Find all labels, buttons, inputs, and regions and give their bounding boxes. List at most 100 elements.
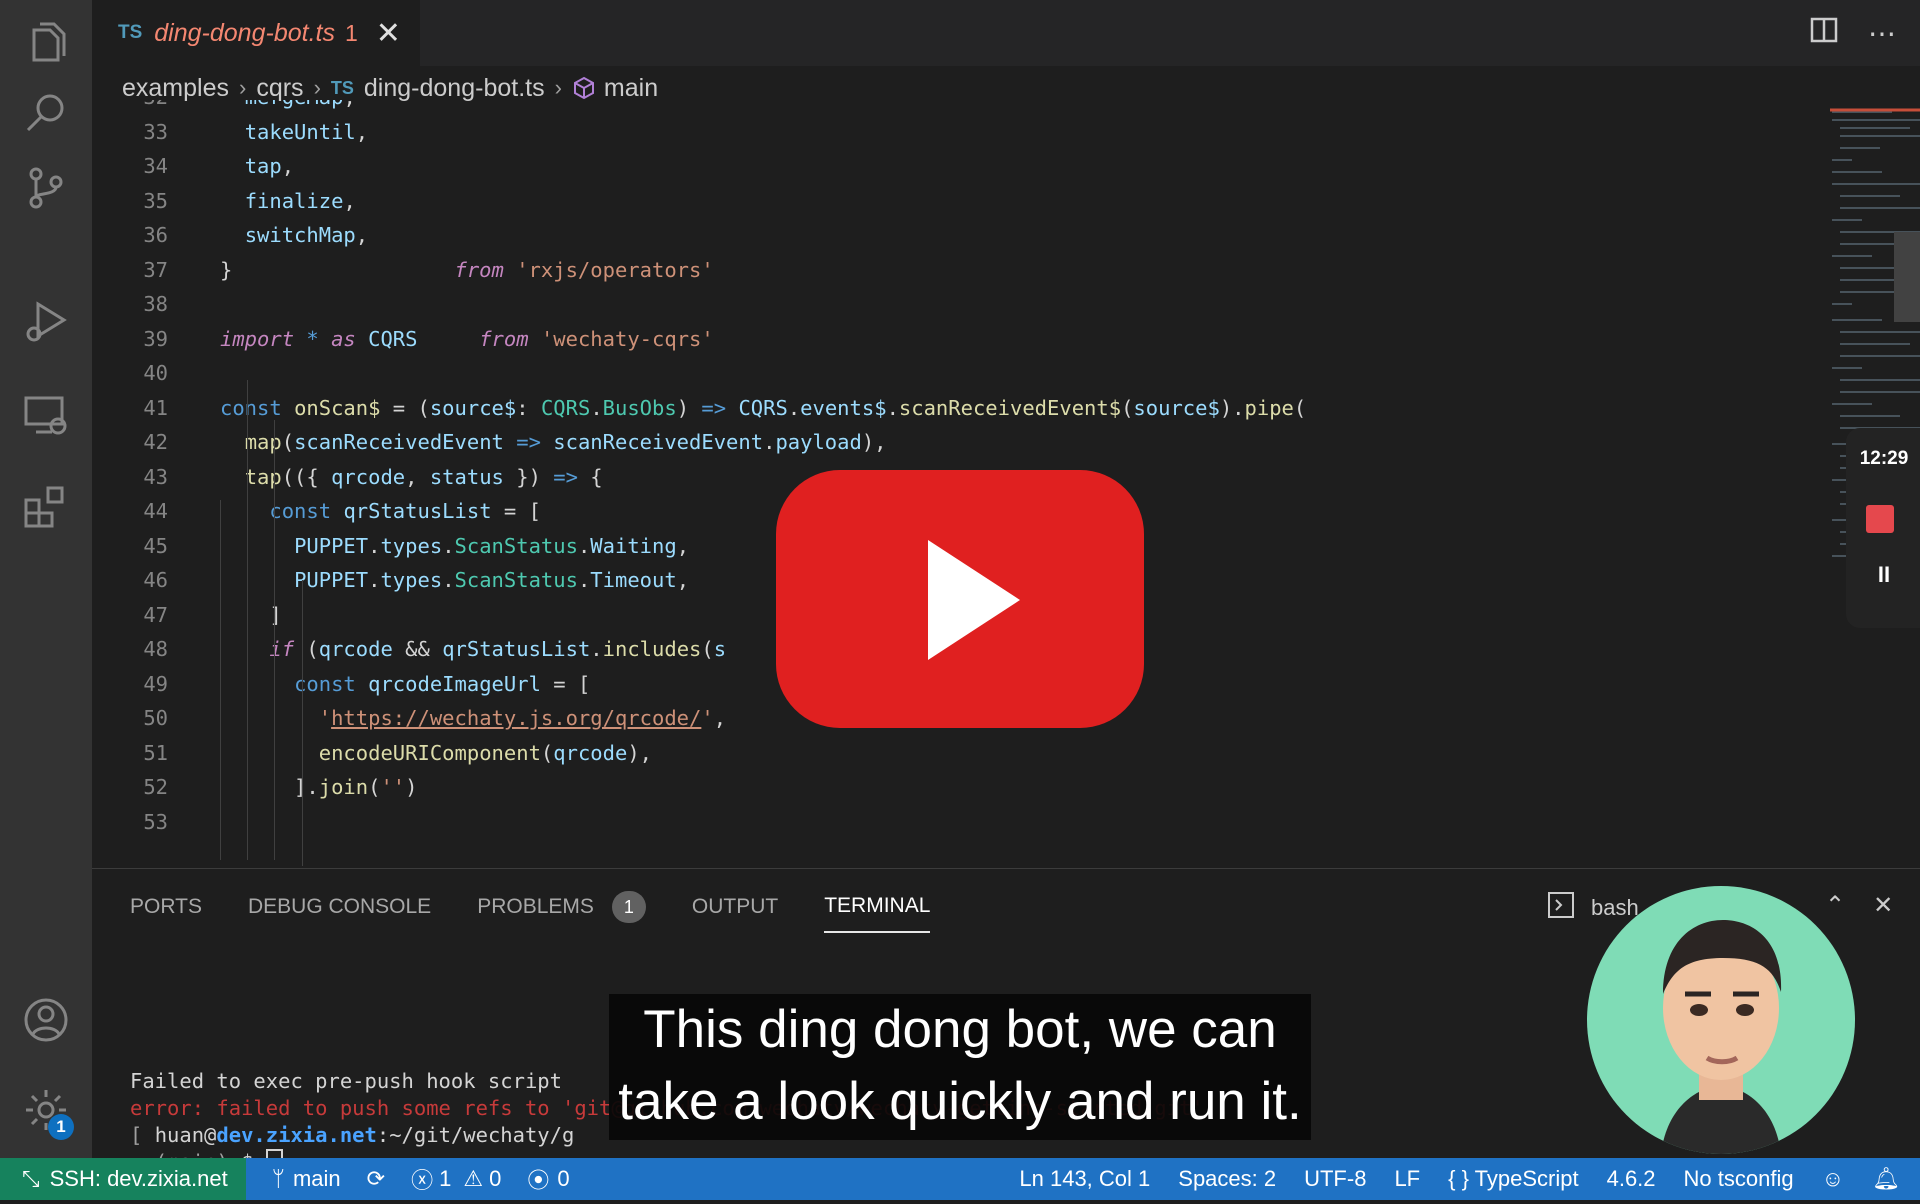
broadcast-icon: ⦿: [527, 1168, 550, 1193]
code-line[interactable]: 47 ]: [92, 598, 281, 632]
code-line[interactable]: 52 ].join(''): [92, 770, 417, 804]
source-control-icon[interactable]: [20, 162, 72, 214]
code-line[interactable]: 48 if (qrcode && qrStatusList.includes(s: [92, 632, 726, 666]
code-line[interactable]: 37} from 'rxjs/operators': [92, 253, 713, 287]
accounts-icon[interactable]: [20, 994, 72, 1046]
tab-debug-console[interactable]: DEBUG CONSOLE: [248, 891, 431, 933]
line-number: 51: [143, 740, 168, 765]
status-bar: ⤡ SSH: dev.zixia.net ᛘ main ⟳ ⓧ 1 ⚠ 0 ⦿ 0 Ln…: [0, 1158, 1920, 1200]
code-line[interactable]: 36 switchMap,: [92, 218, 368, 252]
code-line[interactable]: 38: [92, 287, 168, 321]
explorer-icon[interactable]: [20, 18, 72, 70]
code-text: takeUntil,: [244, 119, 369, 144]
code-line[interactable]: 50 'https://wechaty.js.org/qrcode/',: [92, 701, 726, 735]
breadcrumb-item[interactable]: examples: [122, 74, 229, 103]
ts-version[interactable]: 4.6.2: [1607, 1166, 1656, 1192]
code-line[interactable]: 33 takeUntil,: [92, 115, 368, 149]
line-number: 33: [143, 119, 168, 144]
remote-icon: ⤡: [22, 1166, 40, 1191]
chevron-right-icon: ›: [554, 75, 562, 100]
tab-problem-count: 1: [344, 19, 358, 46]
editor-area: TS ding-dong-bot.ts 1 ✕ ⋯ examples › cqr…: [92, 0, 1920, 868]
code-line[interactable]: 46 PUPPET.types.ScanStatus.Timeout,: [92, 563, 689, 597]
breadcrumb-item[interactable]: cqrs: [256, 74, 303, 103]
feedback-icon[interactable]: ☺: [1822, 1166, 1844, 1192]
tsconfig-status[interactable]: No tsconfig: [1684, 1166, 1794, 1192]
language-mode[interactable]: { } TypeScript: [1448, 1166, 1578, 1192]
code-text: import * as CQRS from 'wechaty-cqrs': [220, 326, 714, 351]
remote-explorer-icon[interactable]: [20, 390, 72, 442]
stop-recording-button[interactable]: [1866, 505, 1894, 533]
breadcrumb-item[interactable]: ding-dong-bot.ts: [364, 74, 545, 103]
close-icon[interactable]: ✕: [376, 16, 401, 51]
end-of-line[interactable]: LF: [1394, 1166, 1420, 1192]
line-number: 35: [143, 188, 168, 213]
line-number: 36: [143, 223, 168, 247]
encoding[interactable]: UTF-8: [1304, 1166, 1366, 1192]
chevron-right-icon: ›: [313, 75, 321, 100]
code-line[interactable]: 43 tap(({ qrcode, status }) => {: [92, 460, 602, 494]
code-line[interactable]: 39 import * as CQRS from 'wechaty-cqrs': [92, 322, 713, 356]
breadcrumb-item[interactable]: main: [604, 74, 658, 103]
tab-ports[interactable]: PORTS: [130, 891, 202, 933]
indentation[interactable]: Spaces: 2: [1178, 1166, 1276, 1192]
branch-indicator[interactable]: ᛘ main: [272, 1166, 341, 1192]
problems-indicator[interactable]: ⓧ 1 ⚠ 0: [411, 1163, 501, 1195]
code-text: tap,: [244, 154, 295, 178]
run-debug-icon[interactable]: [20, 296, 72, 348]
tab-bar: TS ding-dong-bot.ts 1 ✕ ⋯: [92, 0, 1920, 66]
code-text: const onScan$ = (source$: CQRS.BusObs) =…: [220, 395, 1307, 420]
scrollbar-thumb[interactable]: [1894, 232, 1920, 322]
code-line[interactable]: 51 encodeURIComponent(qrcode),: [92, 736, 652, 770]
maximize-panel-icon[interactable]: ⌃: [1825, 891, 1845, 920]
code-text: tap(({ qrcode, status }) => {: [244, 464, 603, 489]
tab-problems[interactable]: PROBLEMS 1: [477, 891, 646, 933]
code-text: map(scanReceivedEvent => scanReceivedEve…: [244, 430, 887, 454]
line-number: 45: [143, 533, 168, 558]
code-line[interactable]: 35 finalize,: [92, 184, 355, 218]
code-line[interactable]: 49 const qrcodeImageUrl = [: [92, 667, 590, 701]
code-line[interactable]: 41 const onScan$ = (source$: CQRS.BusObs)…: [92, 391, 1306, 425]
error-icon: ⓧ: [411, 1168, 434, 1193]
line-number: 50: [143, 706, 168, 730]
sync-icon[interactable]: ⟳: [367, 1166, 385, 1192]
line-number: 52: [143, 775, 168, 799]
cursor-position[interactable]: Ln 143, Col 1: [1019, 1166, 1150, 1192]
editor-tab[interactable]: TS ding-dong-bot.ts 1 ✕: [92, 0, 420, 66]
line-number: 46: [143, 568, 168, 592]
terminal-icon: [1547, 891, 1575, 925]
code-line[interactable]: 42 map(scanReceivedEvent => scanReceived…: [92, 425, 886, 459]
code-text: mergeMap,: [220, 100, 356, 114]
code-line[interactable]: 53: [92, 805, 168, 839]
code-line[interactable]: 40: [92, 356, 168, 390]
code-line[interactable]: 32 mergeMap,: [92, 100, 355, 114]
line-number: 47: [143, 602, 168, 627]
close-panel-icon[interactable]: ✕: [1873, 891, 1893, 920]
code-text: ].join(''): [220, 775, 418, 799]
terminal-shell-name[interactable]: bash: [1591, 895, 1639, 921]
code-text: finalize,: [244, 188, 356, 213]
tab-terminal[interactable]: TERMINAL: [824, 891, 931, 933]
line-number: 48: [143, 637, 168, 661]
code-line[interactable]: 44 const qrStatusList = [: [92, 494, 541, 528]
tab-output[interactable]: OUTPUT: [692, 891, 778, 933]
code-text: ]: [220, 602, 282, 627]
indent-guide: [274, 420, 275, 860]
line-number: 42: [143, 430, 168, 454]
more-actions-icon[interactable]: ⋯: [1868, 17, 1896, 50]
code-text: 'https://wechaty.js.org/qrcode/',: [318, 706, 727, 730]
code-text: switchMap,: [244, 223, 369, 247]
code-line[interactable]: 34 tap,: [92, 149, 294, 183]
code-line[interactable]: 45 PUPPET.types.ScanStatus.Waiting,: [92, 529, 689, 563]
notifications-bell-icon[interactable]: 🔔︎: [1872, 1166, 1900, 1192]
pause-recording-button[interactable]: II: [1852, 562, 1916, 588]
remote-indicator[interactable]: ⤡ SSH: dev.zixia.net: [0, 1158, 246, 1200]
indent-guide: [220, 500, 221, 860]
ports-indicator[interactable]: ⦿ 0: [527, 1163, 569, 1195]
line-number: 49: [143, 671, 168, 696]
line-number: 34: [143, 154, 168, 178]
search-icon[interactable]: [20, 88, 72, 140]
panel-tabs: PORTS DEBUG CONSOLE PROBLEMS 1 OUTPUT TER…: [130, 891, 931, 933]
extensions-icon[interactable]: [20, 480, 72, 532]
split-editor-icon[interactable]: [1810, 16, 1838, 51]
